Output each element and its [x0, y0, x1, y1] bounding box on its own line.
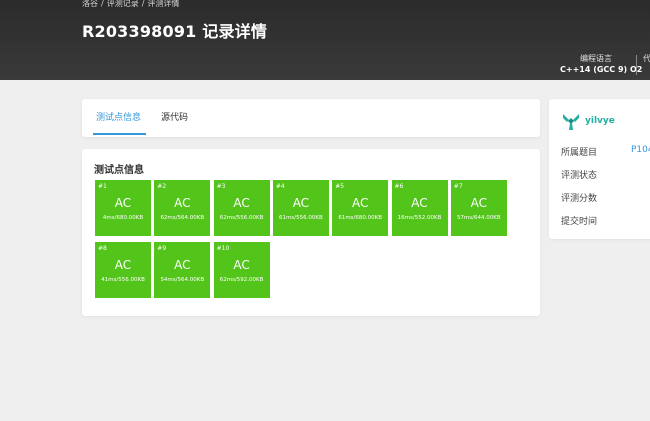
testcase-tile[interactable]: #6 AC 16ms/552.00KB [391, 180, 448, 236]
testcase-tile[interactable]: #4 AC 61ms/556.00KB [272, 180, 329, 236]
testcase-id: #3 [216, 183, 226, 190]
language-value: C++14 (GCC 9) O2 [560, 65, 643, 74]
page-title: R203398091 记录详情 [82, 22, 268, 41]
info-label-submit-time: 提交时间 [561, 217, 598, 227]
language-info: 编程语言 C++14 (GCC 9) O2 [560, 53, 643, 76]
testcase-time-memory: 62ms/556.00KB [219, 215, 264, 221]
testcase-status: AC [411, 196, 428, 210]
language-label: 编程语言 [580, 54, 612, 63]
testcase-time-memory: 4ms/680.00KB [102, 215, 144, 221]
testcase-status: AC [292, 196, 310, 210]
testcase-status: AC [174, 196, 191, 210]
testcase-tile[interactable]: #7 AC 57ms/644.00KB [450, 180, 507, 236]
testcase-id: #2 [157, 183, 167, 190]
info-label-status: 评测状态 [561, 171, 598, 181]
tab-testcase-info[interactable]: 测试点信息 [96, 112, 141, 124]
testcase-status: AC [174, 258, 191, 272]
testcase-tile[interactable]: #9 AC 54ms/564.00KB [154, 242, 211, 298]
info-label-problem: 所属题目 [561, 148, 598, 158]
header-banner: 洛谷 / 评测记录 / 评测详情 R203398091 记录详情 编程语言 C++14 … [0, 0, 650, 80]
testcase-tile[interactable]: #1 AC 4ms/680.00KB [95, 180, 151, 236]
breadcrumb-current: 评测详情 [147, 0, 180, 8]
testcase-time-memory: 16ms/552.00KB [397, 215, 442, 221]
testcase-id: #6 [394, 183, 404, 190]
testcase-status: AC [114, 196, 132, 210]
active-tab-indicator [93, 133, 146, 135]
testcase-id: #9 [157, 245, 167, 252]
testcase-status: AC [233, 196, 250, 210]
testcase-time-memory: 57ms/644.00KB [456, 215, 501, 221]
testcase-tile[interactable]: #3 AC 62ms/556.00KB [213, 180, 270, 236]
breadcrumb-separator: / [101, 0, 104, 8]
testcases-card: 测试点信息 #1 AC 4ms/680.00KB #2 AC 62ms/564.00KB #… [82, 149, 540, 316]
testcase-id: #1 [98, 183, 107, 190]
username-link[interactable]: yilvye [585, 116, 615, 126]
testcase-status: AC [351, 196, 369, 210]
testcase-tile[interactable]: #10 AC 62ms/592.00KB [213, 242, 270, 298]
testcase-time-memory: 62ms/592.00KB [219, 277, 264, 283]
testcase-id: #5 [335, 183, 345, 190]
breadcrumb: 洛谷 / 评测记录 / 评测详情 [82, 0, 179, 9]
testcase-id: #10 [216, 245, 230, 252]
testcase-tile[interactable]: #8 AC 41ms/556.00KB [95, 242, 151, 298]
testcase-time-memory: 54ms/564.00KB [160, 277, 205, 283]
info-label-score: 评测分数 [561, 194, 598, 204]
testcase-status: AC [233, 258, 250, 272]
user-logo-icon [563, 114, 579, 130]
tabs-card: 测试点信息 源代码 [82, 99, 540, 137]
testcase-time-memory: 61ms/556.00KB [279, 215, 323, 221]
testcase-time-memory: 41ms/556.00KB [101, 277, 145, 283]
testcase-status: AC [114, 258, 132, 272]
breadcrumb-home[interactable]: 洛谷 [82, 0, 98, 8]
testcase-id: #4 [275, 183, 285, 190]
testcase-time-memory: 62ms/564.00KB [160, 215, 205, 221]
problem-link[interactable]: P104 [631, 145, 650, 155]
breadcrumb-records[interactable]: 评测记录 [107, 0, 139, 8]
testcase-tile[interactable]: #5 AC 61ms/680.00KB [332, 180, 389, 236]
breadcrumb-separator: / [141, 0, 145, 8]
tab-source-code[interactable]: 源代码 [161, 112, 188, 124]
meta-divider [636, 55, 637, 75]
testcase-tile[interactable]: #2 AC 62ms/564.00KB [154, 180, 211, 236]
testcases-title: 测试点信息 [94, 165, 144, 176]
next-meta-label: 代 [643, 54, 650, 63]
testcase-status: AC [470, 196, 487, 210]
testcase-id: #8 [98, 245, 107, 252]
testcase-id: #7 [453, 183, 463, 190]
record-info-card: yilvye 所属题目 P104 评测状态 评测分数 提交时间 [549, 99, 650, 239]
testcase-time-memory: 61ms/680.00KB [338, 215, 383, 221]
